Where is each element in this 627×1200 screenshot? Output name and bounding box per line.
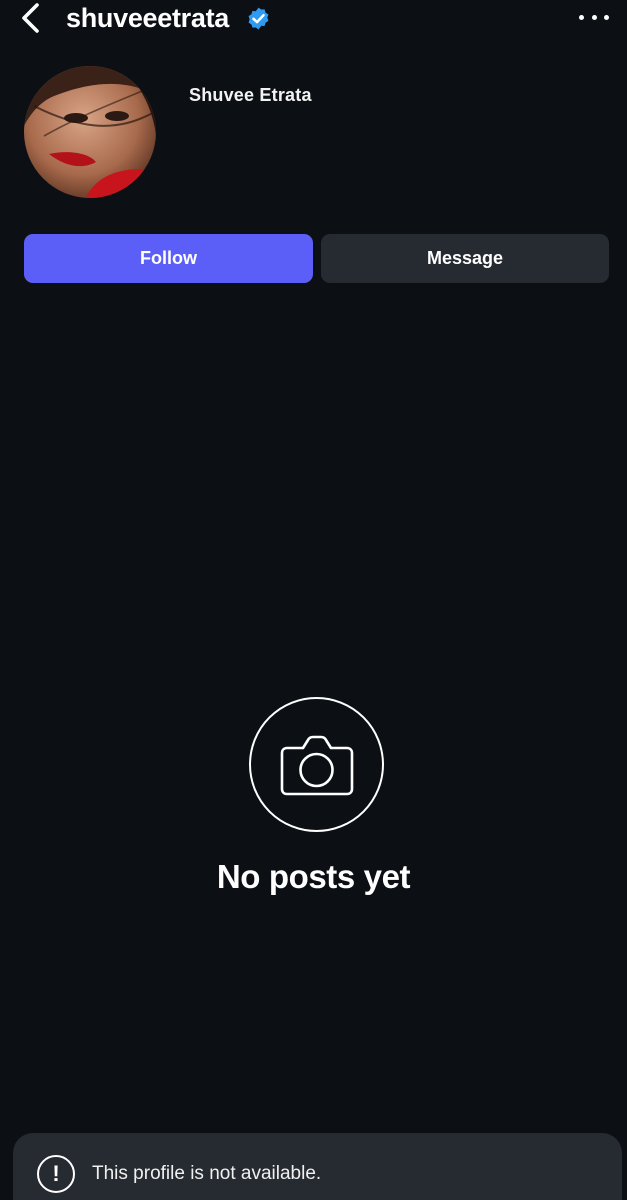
more-dot xyxy=(604,14,609,20)
verified-badge-icon xyxy=(248,7,269,30)
message-button[interactable]: Message xyxy=(321,234,609,283)
more-dot xyxy=(579,14,584,20)
chevron-left-icon xyxy=(22,3,39,33)
camera-icon xyxy=(280,735,354,796)
profile-unavailable-toast: ! This profile is not available. xyxy=(13,1133,622,1200)
display-name: Shuvee Etrata xyxy=(189,85,312,105)
profile-header: shuveeetrata xyxy=(0,0,627,40)
more-options-button[interactable] xyxy=(579,6,609,28)
header-username: shuveeetrata xyxy=(66,3,229,33)
empty-state-title: No posts yet xyxy=(216,858,411,895)
profile-avatar[interactable] xyxy=(24,66,156,198)
follow-button[interactable]: Follow xyxy=(24,234,313,283)
empty-posts-icon-circle xyxy=(249,697,384,832)
profile-photo xyxy=(24,66,156,198)
more-dot xyxy=(591,14,597,20)
back-button[interactable] xyxy=(14,0,48,36)
toast-message: This profile is not available. xyxy=(92,1163,322,1184)
alert-circle-icon: ! xyxy=(37,1155,75,1193)
profile-screen: shuveeetrata Shuvee Etrata Follow Messag… xyxy=(0,0,627,1200)
